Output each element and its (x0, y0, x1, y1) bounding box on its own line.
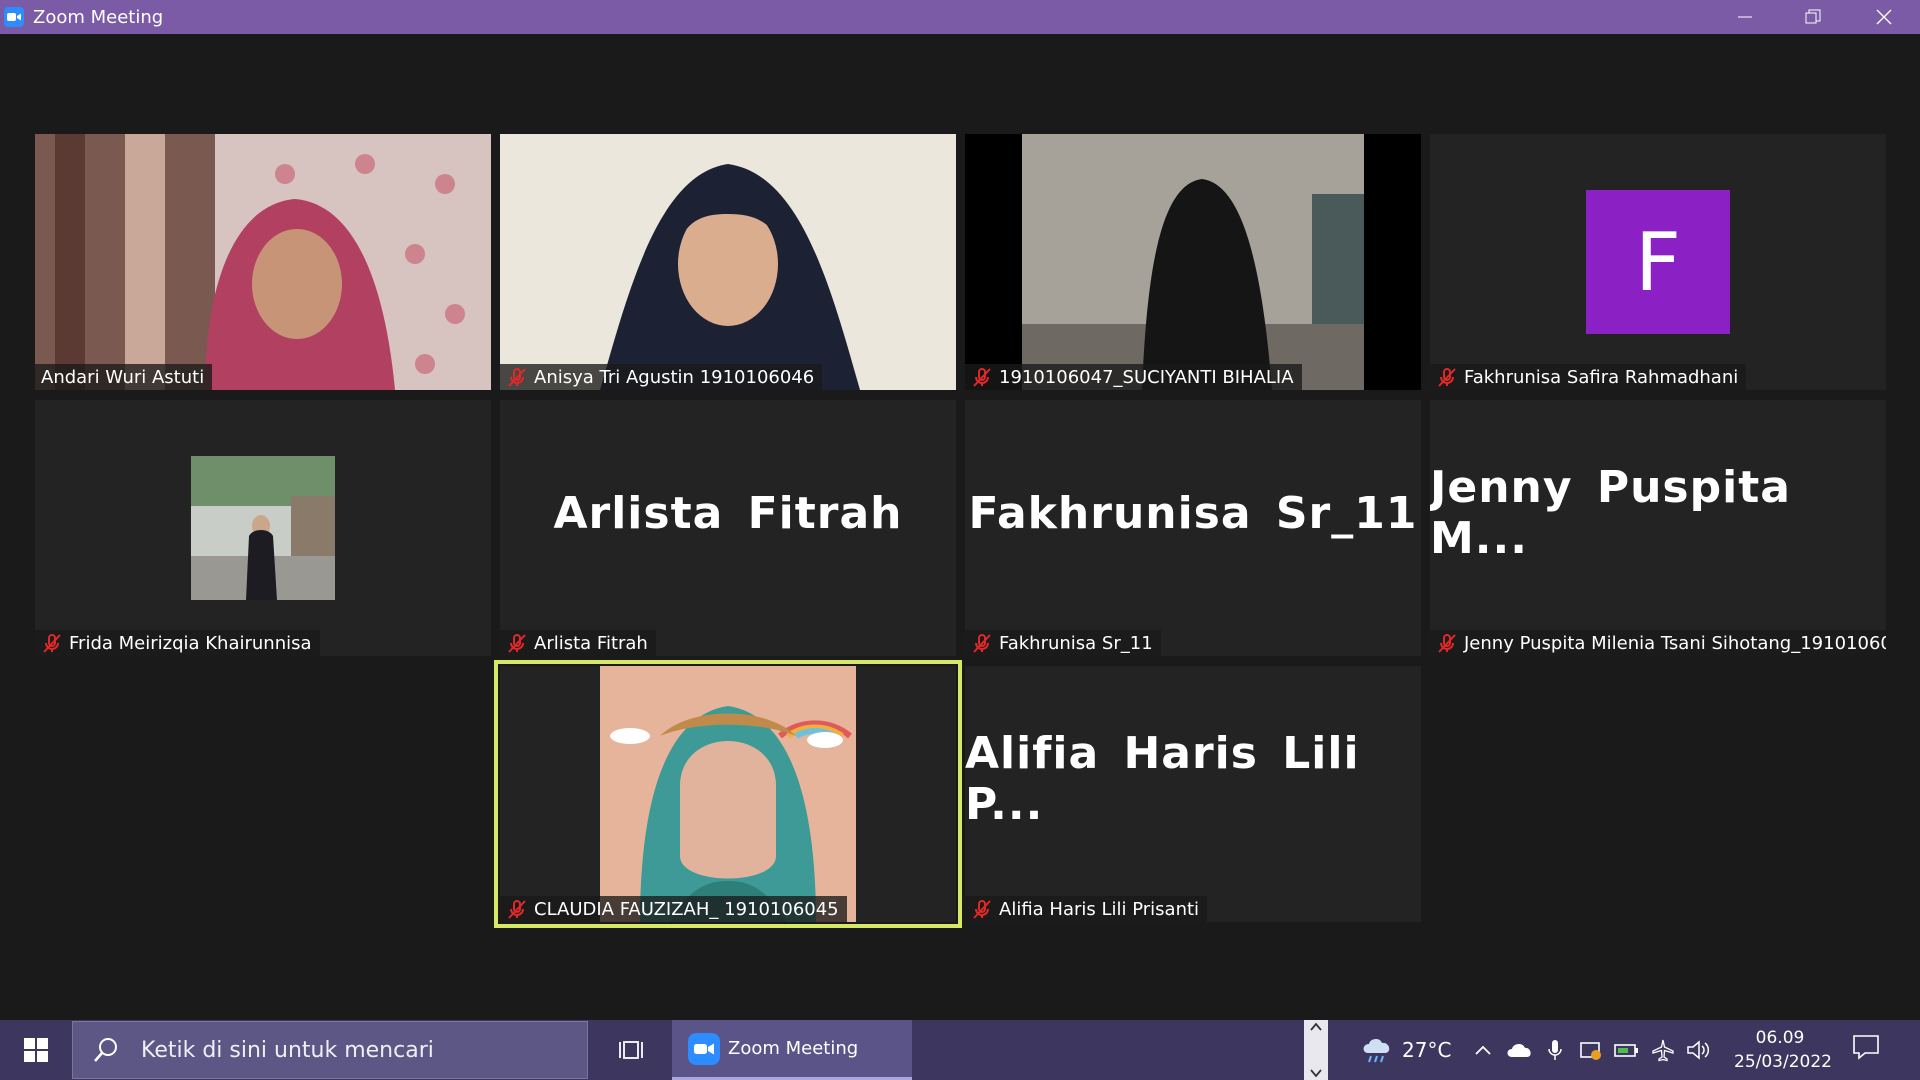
clock-date: 25/03/2022 (1734, 1052, 1832, 1072)
notification-center-button[interactable] (1852, 1034, 1888, 1066)
participant-tile[interactable]: F Fakhrunisa Safira Rahmadhani (1430, 134, 1886, 390)
muted-mic-icon (508, 634, 526, 653)
participant-name-tag: Alifia Haris Lili Prisanti (965, 896, 1208, 922)
search-icon (94, 1038, 117, 1062)
participant-name: Frida Meirizqia Khairunnisa (69, 632, 312, 654)
participant-display-name: Arlista Fitrah (553, 487, 903, 539)
taskbar-zoom-label: Zoom Meeting (728, 1038, 859, 1059)
cloud-icon (1507, 1043, 1532, 1057)
microphone-tray-button[interactable] (1537, 1020, 1573, 1080)
zoom-app-icon (4, 7, 24, 27)
start-button[interactable] (0, 1020, 72, 1080)
participant-name-tag: Frida Meirizqia Khairunnisa (35, 630, 320, 656)
participant-name: Alifia Haris Lili Prisanti (999, 898, 1200, 920)
system-tray: 27°C (1360, 1020, 1717, 1080)
speaker-icon (1687, 1040, 1710, 1060)
muted-mic-icon (1438, 368, 1456, 387)
active-speaker-outline (494, 660, 962, 928)
minimize-button[interactable] (1710, 0, 1780, 34)
minimize-icon (1738, 16, 1752, 18)
volume-tray-button[interactable] (1681, 1020, 1717, 1080)
participant-tile[interactable]: Frida Meirizqia Khairunnisa (35, 400, 491, 656)
chevron-up-icon (1475, 1045, 1492, 1055)
battery-icon (1614, 1044, 1639, 1057)
participant-video (500, 134, 956, 390)
restore-button[interactable] (1778, 0, 1848, 34)
task-view-icon (619, 1041, 643, 1059)
participant-name: 1910106047_SUCIYANTI BIHALIA (999, 366, 1294, 388)
tray-scrollbar[interactable] (1304, 1020, 1328, 1080)
zoom-app-icon (688, 1032, 720, 1065)
participant-name: Fakhrunisa Safira Rahmadhani (1464, 366, 1739, 388)
airplane-mode-button[interactable] (1645, 1020, 1681, 1080)
onedrive-tray-button[interactable] (1501, 1020, 1537, 1080)
participant-video (1022, 134, 1364, 390)
taskbar-zoom-app[interactable]: Zoom Meeting (672, 1020, 912, 1080)
participant-tile[interactable]: Arlista Fitrah Arlista Fitrah (500, 400, 956, 656)
participant-name-tag: 1910106047_SUCIYANTI BIHALIA (965, 364, 1302, 390)
notification-icon (1853, 1035, 1879, 1060)
participant-tile[interactable]: Andari Wuri Astuti (35, 134, 491, 390)
participant-tile[interactable]: 1910106047_SUCIYANTI BIHALIA (965, 134, 1421, 390)
participant-name: Arlista Fitrah (534, 632, 648, 654)
windows-icon (24, 1038, 48, 1062)
close-icon (1876, 9, 1892, 25)
muted-mic-icon (973, 368, 991, 387)
weather-temperature: 27°C (1402, 1038, 1452, 1062)
battery-tray-button[interactable] (1609, 1020, 1645, 1080)
participant-name: Anisya Tri Agustin 1910106046 (534, 366, 815, 388)
task-view-button[interactable] (596, 1020, 668, 1080)
participant-name: Fakhrunisa Sr_11 (999, 632, 1153, 654)
participant-tile[interactable]: Jenny Puspita M... Jenny Puspita Milenia… (1430, 400, 1886, 656)
participant-name-tag: Fakhrunisa Sr_11 (965, 630, 1161, 656)
muted-mic-icon (1438, 634, 1456, 653)
avatar: F (1586, 190, 1730, 334)
participant-tile[interactable]: Fakhrunisa Sr_11 Fakhrunisa Sr_11 (965, 400, 1421, 656)
participant-video (35, 134, 491, 390)
participant-name-tag: Arlista Fitrah (500, 630, 656, 656)
show-hidden-icons-button[interactable] (1465, 1020, 1501, 1080)
muted-mic-icon (508, 368, 526, 387)
taskbar-clock[interactable]: 06.09 25/03/2022 (1734, 1026, 1832, 1074)
search-input[interactable] (139, 1036, 563, 1064)
shield-tray-button[interactable] (1573, 1020, 1609, 1080)
gallery-view: Andari Wuri Astuti Anisya Tri Agustin 19… (0, 34, 1920, 1020)
security-icon (1580, 1042, 1602, 1060)
participant-name-tag: Fakhrunisa Safira Rahmadhani (1430, 364, 1747, 390)
participant-tile[interactable]: Anisya Tri Agustin 1910106046 (500, 134, 956, 390)
taskbar-search[interactable] (72, 1021, 588, 1079)
participant-name: Jenny Puspita Milenia Tsani Sihotang_191… (1464, 632, 1886, 654)
window-title: Zoom Meeting (33, 6, 164, 28)
avatar (191, 456, 335, 600)
muted-mic-icon (973, 634, 991, 653)
microphone-icon (1548, 1040, 1563, 1060)
airplane-icon (1652, 1039, 1675, 1062)
taskbar: Zoom Meeting 27°C (0, 1020, 1920, 1080)
participant-name-tag: Andari Wuri Astuti (35, 364, 213, 390)
clock-time: 06.09 (1755, 1028, 1805, 1048)
restore-icon (1805, 9, 1821, 24)
close-button[interactable] (1849, 0, 1919, 34)
weather-widget[interactable]: 27°C (1360, 1020, 1465, 1080)
participant-name: Andari Wuri Astuti (41, 366, 205, 388)
participant-display-name: Fakhrunisa Sr_11 (968, 487, 1418, 539)
participant-name-tag: Anisya Tri Agustin 1910106046 (500, 364, 823, 390)
muted-mic-icon (43, 634, 61, 653)
participant-name-tag: Jenny Puspita Milenia Tsani Sihotang_191… (1430, 630, 1886, 656)
chevron-up-icon (1310, 1022, 1322, 1031)
cloud-rain-icon (1363, 1038, 1390, 1063)
participant-display-name: Alifia Haris Lili P... (965, 728, 1360, 830)
participant-tile[interactable]: Alifia Haris Lili P... Alifia Haris Lili… (965, 666, 1421, 922)
chevron-down-icon (1310, 1069, 1322, 1078)
title-bar: Zoom Meeting (0, 0, 1920, 34)
muted-mic-icon (973, 900, 991, 919)
participant-display-name: Jenny Puspita M... (1430, 462, 1791, 564)
